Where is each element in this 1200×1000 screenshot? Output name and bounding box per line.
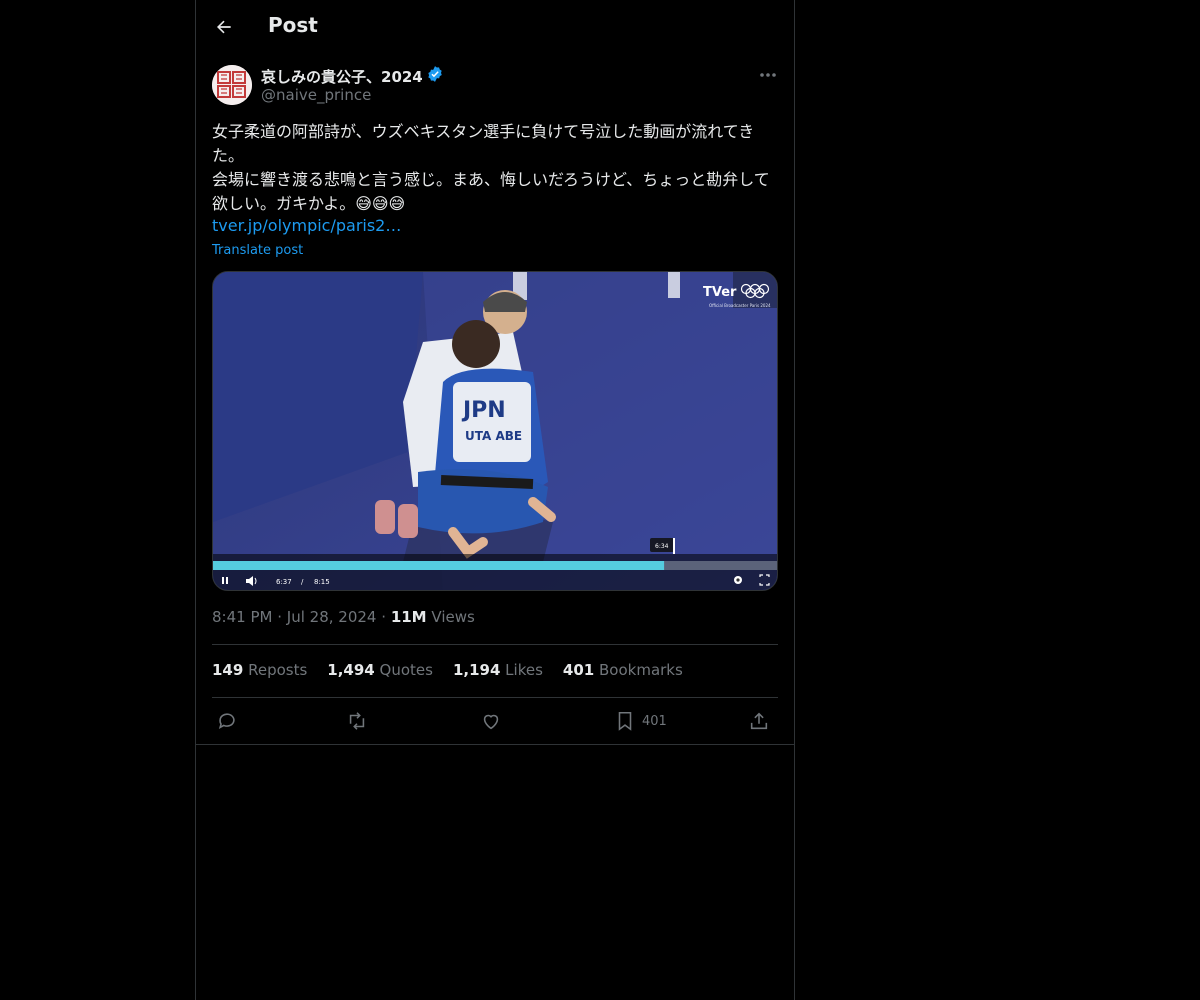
- reply-icon: [218, 713, 235, 729]
- meta-separator: ·: [381, 608, 387, 626]
- avatar[interactable]: [212, 65, 252, 105]
- author-name-text[interactable]: 哀しみの貴公子、2024: [261, 66, 423, 87]
- hover-time-tooltip: 6:34: [655, 543, 669, 550]
- video-player[interactable]: JPN UTA ABE TVer Official Broadcaster Pa…: [212, 271, 778, 591]
- like-button[interactable]: [480, 709, 502, 733]
- bib-athlete-name: UTA ABE: [465, 429, 522, 443]
- divider: [196, 744, 794, 745]
- header: Post: [196, 0, 794, 54]
- duration: 8:15: [314, 578, 330, 586]
- bookmark-icon: [618, 711, 632, 731]
- current-time: 6:37: [276, 578, 292, 586]
- author-name[interactable]: 哀しみの貴公子、2024: [261, 65, 444, 87]
- post-column: Post 哀しみの貴公子、2024 @naive_prince 女子柔道の阿部詩…: [195, 0, 795, 1000]
- share-icon: [750, 712, 768, 730]
- verified-badge-icon: [426, 65, 444, 87]
- post-time[interactable]: 8:41 PM: [212, 608, 272, 626]
- reposts-stat[interactable]: 149 Reposts: [212, 661, 307, 679]
- tweet-text: 女子柔道の阿部詩が、ウズベキスタン選手に負けて号泣した動画が流れてきた。 会場に…: [212, 122, 770, 213]
- views-label: Views: [431, 608, 475, 626]
- likes-count: 1,194: [452, 661, 501, 679]
- bookmark-button[interactable]: 401: [614, 709, 667, 733]
- author-handle[interactable]: @naive_prince: [261, 86, 371, 104]
- bookmarks-stat[interactable]: 401 Bookmarks: [563, 661, 683, 679]
- post-meta: 8:41 PM · Jul 28, 2024 · 11M Views: [212, 608, 475, 626]
- like-icon: [483, 714, 499, 730]
- quotes-stat[interactable]: 1,494 Quotes: [327, 661, 433, 679]
- quotes-label: Quotes: [379, 661, 433, 679]
- engagement-stats: 149 Reposts 1,494 Quotes 1,194 Likes 401…: [212, 661, 683, 679]
- translate-post-link[interactable]: Translate post: [212, 243, 303, 258]
- meta-separator: ·: [277, 608, 283, 626]
- reposts-label: Reposts: [248, 661, 308, 679]
- page-title: Post: [268, 13, 318, 37]
- likes-stat[interactable]: 1,194 Likes: [453, 661, 543, 679]
- back-arrow-icon[interactable]: [212, 15, 236, 39]
- bib-country: JPN: [461, 398, 506, 423]
- post-date[interactable]: Jul 28, 2024: [287, 608, 377, 626]
- divider: [212, 644, 778, 645]
- divider: [212, 697, 778, 698]
- bookmark-count: 401: [642, 713, 667, 729]
- reposts-count: 149: [212, 661, 244, 679]
- tweet-link[interactable]: tver.jp/olympic/paris2…: [212, 216, 401, 235]
- more-icon[interactable]: [756, 65, 780, 85]
- action-bar: 401: [212, 709, 778, 735]
- share-button[interactable]: [748, 709, 770, 733]
- reply-button[interactable]: [216, 709, 238, 733]
- repost-icon: [349, 712, 365, 730]
- views-count: 11M: [390, 608, 427, 626]
- broadcaster-caption: Official Broadcaster Paris 2024: [709, 303, 771, 308]
- tver-logo: TVer: [703, 285, 737, 300]
- bookmarks-label: Bookmarks: [599, 661, 683, 679]
- repost-button[interactable]: [346, 709, 368, 733]
- likes-label: Likes: [505, 661, 543, 679]
- video-progress-fill[interactable]: [213, 561, 665, 570]
- quotes-count: 1,494: [327, 661, 375, 679]
- settings-icon[interactable]: [734, 576, 742, 584]
- bookmarks-count: 401: [562, 661, 595, 679]
